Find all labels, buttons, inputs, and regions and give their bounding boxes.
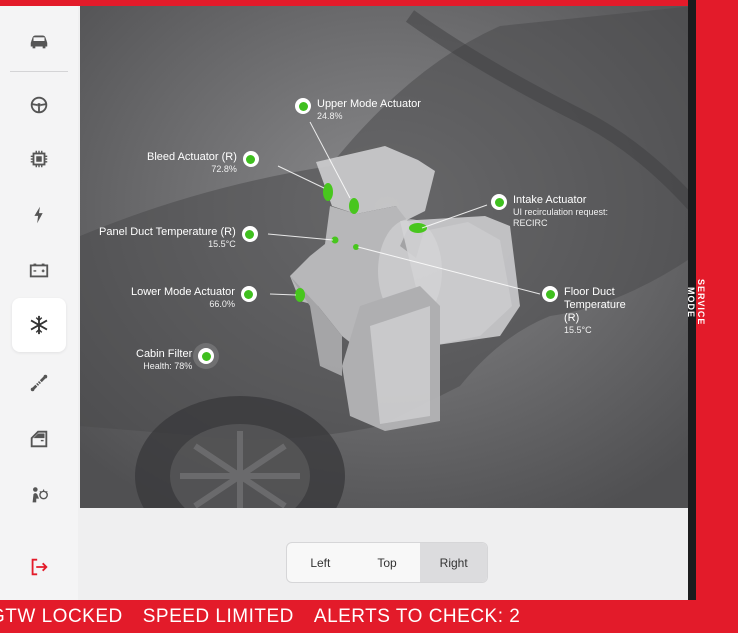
nav-power[interactable] [12,188,66,242]
alert-bar: GTW LOCKED SPEED LIMITED ALERTS TO CHECK… [0,600,738,633]
shock-absorber-icon [30,374,48,392]
airbag-icon [32,487,48,503]
callout-value: 66.0% [209,299,235,309]
callout-title: Panel Duct Temperature (R) [99,226,236,238]
indicator-dot-icon [241,226,258,242]
battery-icon [29,263,49,278]
indicator-dot-icon [295,98,311,114]
alert-alerts-to-check: ALERTS TO CHECK: 2 [313,605,521,627]
alert-speed-limited: SPEED LIMITED [142,605,294,627]
callout-value: 15.5°C [208,239,236,249]
callout-title: Lower Mode Actuator [131,286,235,298]
indicator-dot-icon [198,348,215,364]
indicator-dot-icon [242,151,259,167]
sidebar-divider [10,71,68,72]
nav-battery[interactable] [12,243,66,297]
callout-value: 15.5°C [564,325,592,335]
door-icon [30,430,48,448]
nav-electronics[interactable] [12,132,66,186]
callout-title: Intake Actuator [513,194,587,206]
indicator-dot-icon [240,286,257,302]
bleed-actuator-callout[interactable]: Bleed Actuator (R) 72.8% [147,151,259,175]
callout-title-line-2: Temperature [564,299,626,311]
callout-title: Upper Mode Actuator [317,98,421,110]
callout-value: Health: 78% [143,361,193,371]
nav-steering[interactable] [12,78,66,132]
callout-title: Cabin Filter [136,348,193,360]
view-right-button[interactable]: Right [420,543,487,582]
hvac-3d-viewport[interactable]: Upper Mode Actuator 24.8% Bleed Actuator… [80,6,694,508]
car-icon [30,35,48,49]
floor-duct-temperature-callout[interactable]: Floor Duct Temperature (R) 15.5°C [542,286,626,336]
indicator-dot-icon [542,286,558,302]
callout-title-line-1: Floor Duct [564,286,615,298]
callout-value: 72.8% [211,164,237,174]
nav-thermal[interactable] [12,298,66,352]
nav-exit[interactable] [12,540,66,594]
nav-car[interactable] [12,14,66,68]
callout-detail: UI recirculation request: [513,207,609,217]
intake-actuator-callout[interactable]: Intake Actuator UI recirculation request… [491,194,608,229]
callout-title: Bleed Actuator (R) [147,151,237,163]
nav-doors[interactable] [12,412,66,466]
chip-icon [30,150,48,168]
nav-suspension[interactable] [12,356,66,410]
callout-title-line-3: (R) [564,312,580,324]
snowflake-icon [30,315,48,335]
service-mode-label: SERVICE MODE [686,278,706,326]
hvac-scene-illustration [80,6,694,508]
lightning-icon [34,206,43,224]
steering-wheel-icon [30,96,48,114]
alert-gtw-locked: GTW LOCKED [0,605,123,627]
panel-duct-temperature-callout[interactable]: Panel Duct Temperature (R) 15.5°C [99,226,258,250]
view-top-button[interactable]: Top [354,543,421,582]
nav-safety[interactable] [12,468,66,522]
upper-mode-actuator-callout[interactable]: Upper Mode Actuator 24.8% [295,98,421,122]
cabin-filter-callout[interactable]: Cabin Filter Health: 78% [136,348,215,372]
view-left-button[interactable]: Left [287,543,354,582]
exit-icon [31,558,48,576]
indicator-dot-icon [491,194,507,210]
callout-value: RECIRC [513,218,548,228]
callout-value: 24.8% [317,111,343,121]
lower-mode-actuator-callout[interactable]: Lower Mode Actuator 66.0% [131,286,257,310]
view-selector: Left Top Right [286,542,488,583]
